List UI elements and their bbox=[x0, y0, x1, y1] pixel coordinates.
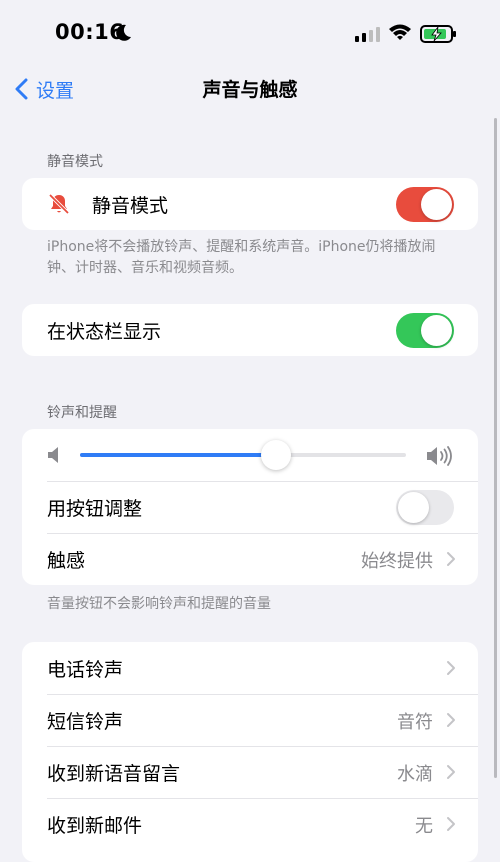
chevron-right-icon bbox=[447, 817, 455, 831]
sound-row-label: 电话铃声 bbox=[47, 659, 124, 681]
ringer-volume-row bbox=[22, 429, 478, 481]
haptics-label: 触感 bbox=[47, 550, 86, 572]
chevron-right-icon bbox=[447, 765, 455, 779]
sound-row-value: 无 bbox=[415, 816, 433, 837]
scroll-indicator[interactable] bbox=[494, 118, 497, 778]
status-bar-display-row: 在状态栏显示 bbox=[22, 304, 478, 356]
adjust-with-buttons-row: 用按钮调整 bbox=[22, 481, 478, 533]
chevron-right-icon bbox=[447, 552, 455, 566]
status-bar-display-label: 在状态栏显示 bbox=[47, 321, 162, 343]
silent-mode-footer: iPhone将不会播放铃声、提醒和系统声音。iPhone仍将播放闹钟、计时器、音… bbox=[47, 239, 436, 276]
battery-charging-icon bbox=[420, 25, 456, 43]
speaker-high-icon bbox=[427, 446, 452, 466]
status-bar-display-card: 在状态栏显示 bbox=[22, 304, 478, 356]
slider-fill bbox=[80, 453, 276, 457]
speaker-low-icon bbox=[48, 447, 58, 463]
wifi-icon bbox=[389, 24, 411, 40]
ringer-footer: 音量按钮不会影响铃声和提醒的音量 bbox=[47, 596, 271, 612]
haptics-row[interactable]: 触感 始终提供 bbox=[22, 533, 478, 585]
toggle-knob bbox=[398, 492, 429, 523]
toggle-knob bbox=[421, 315, 452, 346]
chevron-right-icon bbox=[447, 713, 455, 727]
section-header-silent: 静音模式 bbox=[47, 154, 103, 170]
sound-row-new-mail[interactable]: 收到新邮件 无 bbox=[22, 798, 478, 850]
adjust-with-buttons-label: 用按钮调整 bbox=[47, 498, 143, 520]
ringer-card: 用按钮调整 触感 始终提供 bbox=[22, 429, 478, 585]
toggle-knob bbox=[421, 189, 452, 220]
sound-row-label: 收到新语音留言 bbox=[47, 763, 181, 785]
haptics-value: 始终提供 bbox=[361, 551, 433, 572]
sound-row-ringtone[interactable]: 电话铃声 bbox=[22, 642, 478, 694]
slider-thumb[interactable] bbox=[260, 440, 291, 470]
cellular-signal-icon bbox=[355, 27, 380, 42]
navigation-bar: 设置 声音与触感 bbox=[0, 66, 500, 112]
chevron-right-icon bbox=[447, 661, 455, 675]
silent-mode-card: 静音模式 bbox=[22, 178, 478, 230]
silent-mode-row: 静音模式 bbox=[22, 178, 478, 230]
adjust-with-buttons-toggle[interactable] bbox=[396, 490, 454, 525]
ringer-volume-slider[interactable] bbox=[80, 440, 406, 470]
section-header-ringer: 铃声和提醒 bbox=[47, 405, 117, 421]
page-title: 声音与触感 bbox=[202, 79, 298, 101]
sound-row-value: 水滴 bbox=[397, 764, 433, 785]
status-bar-display-toggle[interactable] bbox=[396, 313, 454, 348]
moon-icon bbox=[116, 24, 131, 41]
sound-row-label: 收到新邮件 bbox=[47, 815, 143, 837]
sound-row-new-voicemail[interactable]: 收到新语音留言 水滴 bbox=[22, 746, 478, 798]
silent-mode-label: 静音模式 bbox=[92, 195, 169, 217]
silent-mode-toggle[interactable] bbox=[396, 187, 454, 222]
sound-row-value: 音符 bbox=[397, 712, 433, 733]
sound-row-label: 短信铃声 bbox=[47, 711, 124, 733]
sounds-card: 电话铃声 短信铃声 音符 收到新语音留言 水滴 收到新邮件 无 bbox=[22, 642, 478, 862]
bell-slash-icon bbox=[48, 193, 70, 215]
status-bar: 00:16 bbox=[0, 0, 500, 66]
sound-row-text-tone[interactable]: 短信铃声 音符 bbox=[22, 694, 478, 746]
